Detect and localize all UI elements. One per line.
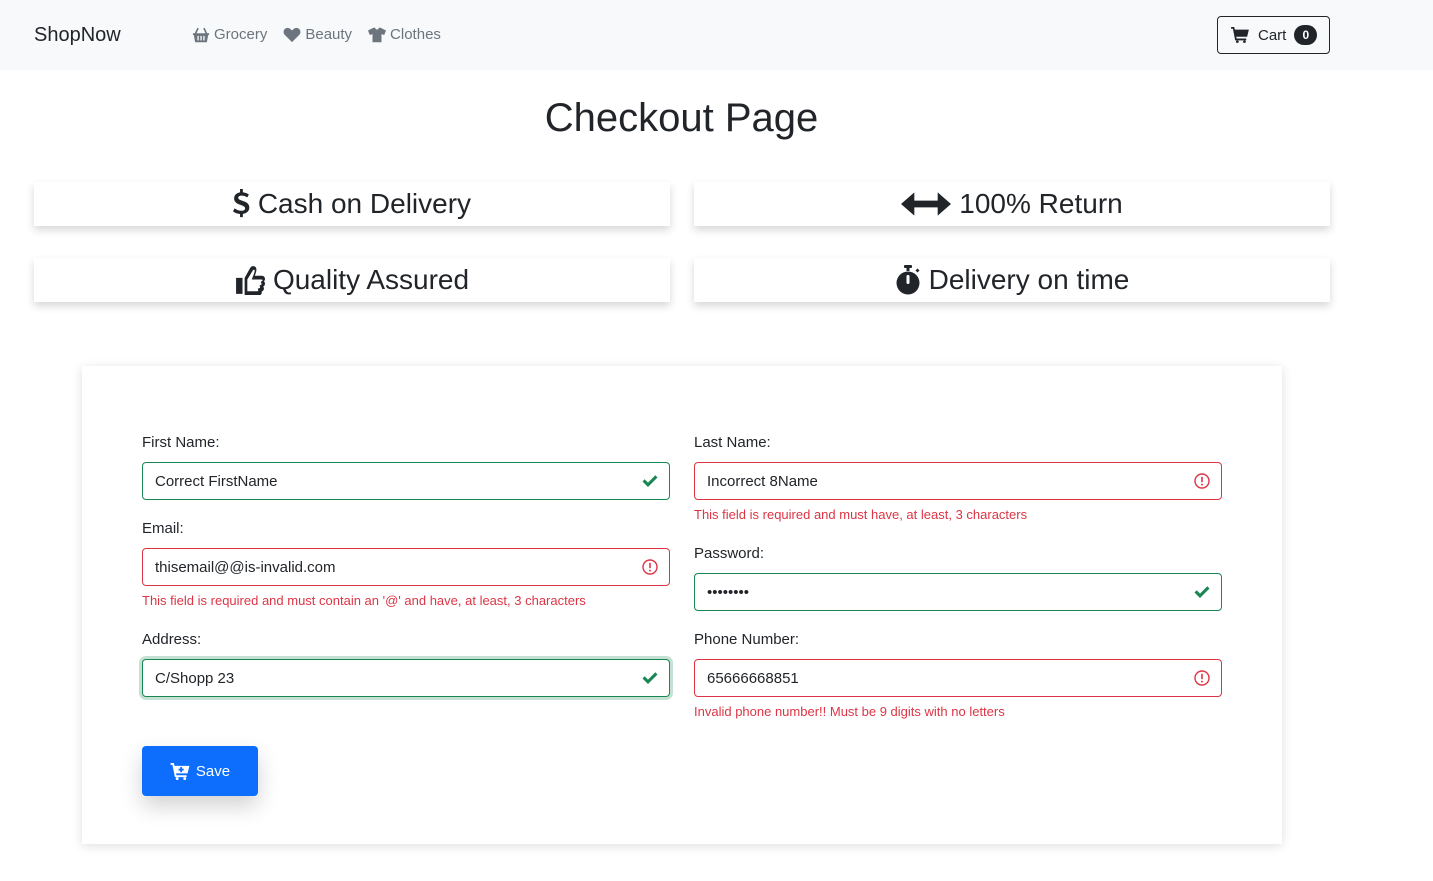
stopwatch-icon bbox=[896, 265, 920, 295]
address-input[interactable]: C/Shopp 23 bbox=[142, 659, 670, 697]
shirt-icon bbox=[368, 27, 387, 42]
nav-link-label: Beauty bbox=[305, 26, 353, 43]
password-input[interactable]: •••••••• bbox=[694, 573, 1222, 611]
feature-label: 100% Return bbox=[959, 188, 1123, 219]
feature-label: Cash on Delivery bbox=[257, 188, 472, 219]
last-name-value: Incorrect 8Name bbox=[707, 472, 818, 490]
brand-logo[interactable]: ShopNow bbox=[34, 24, 121, 47]
address-value: C/Shopp 23 bbox=[155, 669, 235, 687]
cart-icon bbox=[1231, 27, 1249, 43]
first-name-value: Correct FirstName bbox=[155, 472, 278, 490]
nav-link-beauty[interactable]: Beauty bbox=[283, 26, 352, 43]
last-name-input[interactable]: Incorrect 8Name bbox=[694, 462, 1222, 500]
address-label: Address: bbox=[142, 631, 202, 648]
email-label: Email: bbox=[142, 520, 184, 537]
email-error: This field is required and must contain … bbox=[142, 593, 586, 608]
first-name-label: First Name: bbox=[142, 434, 220, 451]
basket-icon bbox=[192, 27, 210, 42]
save-button-label: Save bbox=[195, 762, 231, 780]
email-input[interactable]: thisemail@@is-invalid.com bbox=[142, 548, 670, 586]
cart-count-badge: 0 bbox=[1294, 25, 1318, 45]
last-name-error: This field is required and must have, at… bbox=[694, 507, 1028, 522]
cart-label: Cart bbox=[1258, 26, 1287, 44]
phone-input[interactable]: 65666668851 bbox=[694, 659, 1222, 697]
feature-label: Quality Assured bbox=[272, 264, 470, 295]
check-icon bbox=[1194, 586, 1210, 598]
heart-icon bbox=[283, 27, 301, 42]
password-value: •••••••• bbox=[707, 583, 750, 601]
page-title: Checkout Page bbox=[544, 96, 819, 140]
nav-link-clothes[interactable]: Clothes bbox=[368, 26, 441, 43]
error-icon bbox=[1194, 473, 1210, 489]
feature-delivery-on-time: Delivery on time bbox=[694, 258, 1330, 302]
nav-link-label: Clothes bbox=[390, 26, 441, 43]
nav-link-grocery[interactable]: Grocery bbox=[192, 26, 267, 43]
feature-return: 100% Return bbox=[694, 182, 1330, 226]
phone-error: Invalid phone number!! Must be 9 digits … bbox=[694, 704, 1005, 719]
navbar: ShopNow Grocery Beauty Clothes Cart 0 bbox=[0, 0, 1433, 70]
error-icon bbox=[642, 559, 658, 575]
check-icon bbox=[642, 672, 658, 684]
feature-quality-assured: Quality Assured bbox=[34, 258, 670, 302]
phone-value: 65666668851 bbox=[707, 669, 799, 687]
password-label: Password: bbox=[694, 545, 765, 562]
last-name-label: Last Name: bbox=[694, 434, 771, 451]
check-icon bbox=[642, 475, 658, 487]
arrows-horizontal-icon bbox=[901, 192, 952, 216]
first-name-input[interactable]: Correct FirstName bbox=[142, 462, 670, 500]
nav-links: Grocery Beauty Clothes bbox=[192, 26, 441, 43]
email-value: thisemail@@is-invalid.com bbox=[155, 558, 336, 576]
nav-link-label: Grocery bbox=[214, 26, 268, 43]
dollar-icon bbox=[232, 189, 250, 218]
phone-label: Phone Number: bbox=[694, 631, 800, 648]
cart-plus-icon bbox=[170, 762, 190, 780]
feature-label: Delivery on time bbox=[928, 264, 1130, 295]
thumbs-up-icon bbox=[236, 266, 265, 295]
error-icon bbox=[1194, 670, 1210, 686]
feature-cash-on-delivery: Cash on Delivery bbox=[34, 182, 670, 226]
save-button[interactable]: Save bbox=[142, 746, 258, 796]
cart-button[interactable]: Cart 0 bbox=[1217, 16, 1330, 54]
